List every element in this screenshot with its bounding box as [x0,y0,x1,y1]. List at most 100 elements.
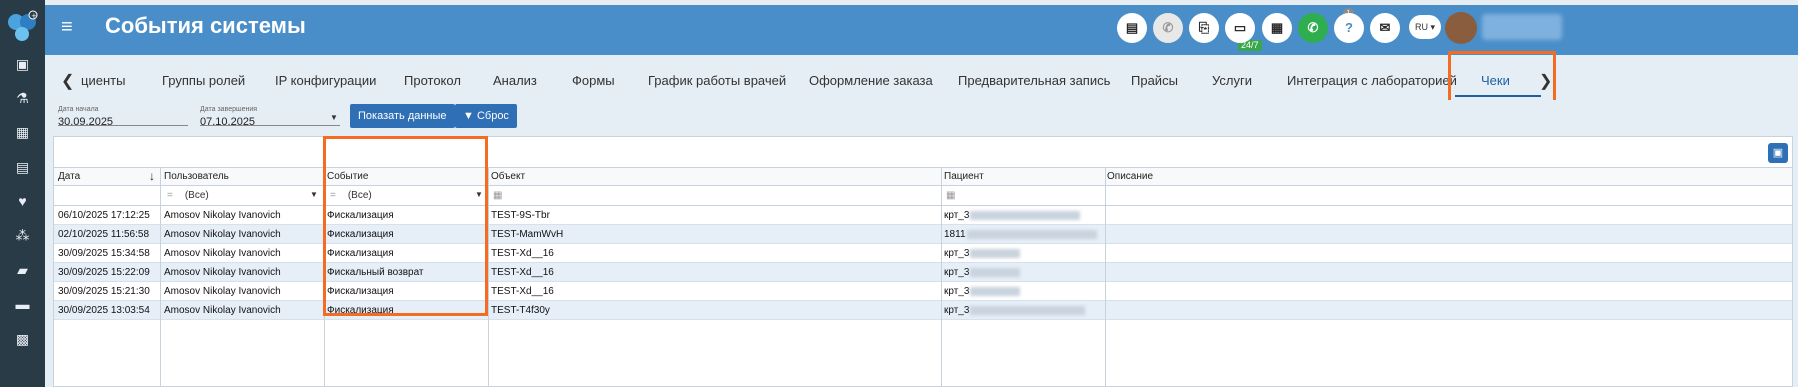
cell-date: 02/10/2025 11:56:58 [58,229,150,240]
header-strip [45,0,1798,5]
patient-redacted [970,305,1086,315]
grid-icon[interactable]: ▩ [13,330,32,349]
tab-lab-integration[interactable]: Интеграция с лабораторией [1287,73,1457,88]
patient-redacted [970,210,1081,220]
call-icon[interactable]: ✆ [1298,13,1328,43]
tab-order[interactable]: Оформление заказа [809,73,933,88]
grid-header-row: Дата ↓ Пользователь Событие Объект Пацие… [54,168,1792,186]
tab-pre-booking[interactable]: Предварительная запись [958,73,1110,88]
avatar[interactable] [1445,12,1477,44]
table-row[interactable]: 30/09/2025 13:03:54 Amosov Nikolay Ivano… [54,301,1792,320]
cell-patient-text: крт_3 [944,305,970,316]
phone-disabled-icon[interactable]: ✆ [1153,13,1183,43]
patient-redacted [970,267,1021,277]
page-title: События системы [105,13,306,38]
network-icon[interactable]: ⁂ [13,226,32,245]
tab-analysis[interactable]: Анализ [493,73,537,88]
cell-object: TEST-MamWvH [491,229,564,240]
cell-object: TEST-Xd__16 [491,286,554,297]
patient-filter-icon[interactable]: ▦ [946,190,955,201]
cell-patient-text: 1811 [944,229,966,240]
reset-button-label: Сброс [476,110,509,122]
cell-date: 30/09/2025 13:03:54 [58,305,150,316]
cell-object: TEST-Xd__16 [491,267,554,278]
cell-patient-text: крт_3 [944,210,970,221]
language-selector[interactable]: RU ▾ [1409,15,1441,39]
cell-patient: крт_3 [944,286,1021,297]
object-filter-icon[interactable]: ▦ [493,190,502,201]
start-date-label: Дата начала [58,106,99,113]
tab-ip-config[interactable]: IP конфигурации [275,73,376,88]
cell-user: Amosov Nikolay Ivanovich [164,267,281,278]
col-header-patient[interactable]: Пациент [944,171,984,182]
tab-prices[interactable]: Прайсы [1131,73,1178,88]
menu-icon[interactable]: ≡ [61,17,73,37]
col-divider [488,168,489,387]
table-row[interactable]: 30/09/2025 15:34:58 Amosov Nikolay Ivano… [54,244,1792,263]
sort-desc-icon[interactable]: ↓ [149,169,155,183]
cell-object: TEST-T4f30y [491,305,550,316]
left-sidebar: + ▣ ⚗ ▦ ▤ ♥ ⁂ ▰ ▬ ▩ [0,0,45,387]
document-icon[interactable]: ▤ [13,158,32,177]
show-data-button[interactable]: Показать данные [350,104,455,128]
svg-text:+: + [31,12,37,20]
folder-icon[interactable]: ▬ [13,295,32,314]
tab-patients[interactable]: циенты [81,73,125,88]
patient-redacted [970,286,1021,296]
patient-redacted [966,229,1097,239]
calendar-icon[interactable]: ▦ [13,123,32,142]
inbox-icon[interactable]: ▣ [13,55,32,74]
col-header-description[interactable]: Описание [1107,171,1153,182]
end-date-underline [200,125,340,126]
chat-icon[interactable]: ▤ [1117,13,1147,43]
end-date-value: 07.10.2025 [200,116,256,128]
cell-date: 30/09/2025 15:34:58 [58,248,150,259]
cell-patient-text: крт_3 [944,286,970,297]
cell-patient: крт_3 [944,305,1086,316]
language-label: RU [1414,22,1428,32]
highlight-event-column [323,136,488,316]
cell-user: Amosov Nikolay Ivanovich [164,286,281,297]
col-divider [941,168,942,387]
filter-icon: ▼ [463,110,474,122]
cell-patient: крт_3 [944,210,1081,221]
tab-forms[interactable]: Формы [572,73,615,88]
grid-toolbar: ▣ [54,137,1792,168]
book-icon[interactable]: ▰ [13,261,32,280]
flask-icon[interactable]: ⚗ [13,89,32,108]
card-icon[interactable]: ▭ [1225,13,1255,43]
patient-redacted [970,248,1021,258]
user-name-redacted[interactable] [1482,14,1562,40]
tab-services[interactable]: Услуги [1212,73,1252,88]
tab-protocol[interactable]: Протокол [404,73,461,88]
col-divider [160,168,161,387]
user-filter-dropdown-icon[interactable]: ▼ [310,190,318,199]
tabs-prev-arrow[interactable]: ❮ [61,71,74,91]
calculator-icon[interactable]: ▦ [1262,13,1292,43]
tab-role-groups[interactable]: Группы ролей [162,73,245,88]
pdf-icon[interactable]: ⎘ [1189,13,1219,43]
tab-doctor-schedule[interactable]: График работы врачей [648,73,786,88]
date-range-dropdown-icon[interactable]: ▼ [330,113,338,122]
megaphone-icon[interactable]: ✉ [1370,13,1400,43]
cell-date: 30/09/2025 15:22:09 [58,267,150,278]
col-header-object[interactable]: Объект [491,171,525,182]
table-row[interactable]: 06/10/2025 17:12:25 Amosov Nikolay Ivano… [54,206,1792,225]
grid-filter-row: = (Все) ▼ = (Все) ▼ ▦ ▦ [54,186,1792,206]
cell-patient: 1811 [944,229,1097,240]
table-row[interactable]: 30/09/2025 15:21:30 Amosov Nikolay Ivano… [54,282,1792,301]
cell-object: TEST-9S-Tbr [491,210,550,221]
heart-pulse-icon[interactable]: ♥ [13,192,32,211]
user-filter[interactable]: = (Все) [167,190,209,201]
reset-button[interactable]: ▼ Сброс [455,104,517,128]
save-icon[interactable]: ▣ [1768,143,1788,163]
start-date-underline [58,125,188,126]
cell-patient-text: крт_3 [944,248,970,259]
col-header-date[interactable]: Дата [58,171,80,182]
cell-date: 06/10/2025 17:12:25 [58,210,150,221]
table-row[interactable]: 02/10/2025 11:56:58 Amosov Nikolay Ivano… [54,225,1792,244]
help-icon[interactable]: ? [1334,13,1364,43]
table-row[interactable]: 30/09/2025 15:22:09 Amosov Nikolay Ivano… [54,263,1792,282]
app-logo[interactable]: + [6,8,38,44]
col-header-user[interactable]: Пользователь [164,171,229,182]
